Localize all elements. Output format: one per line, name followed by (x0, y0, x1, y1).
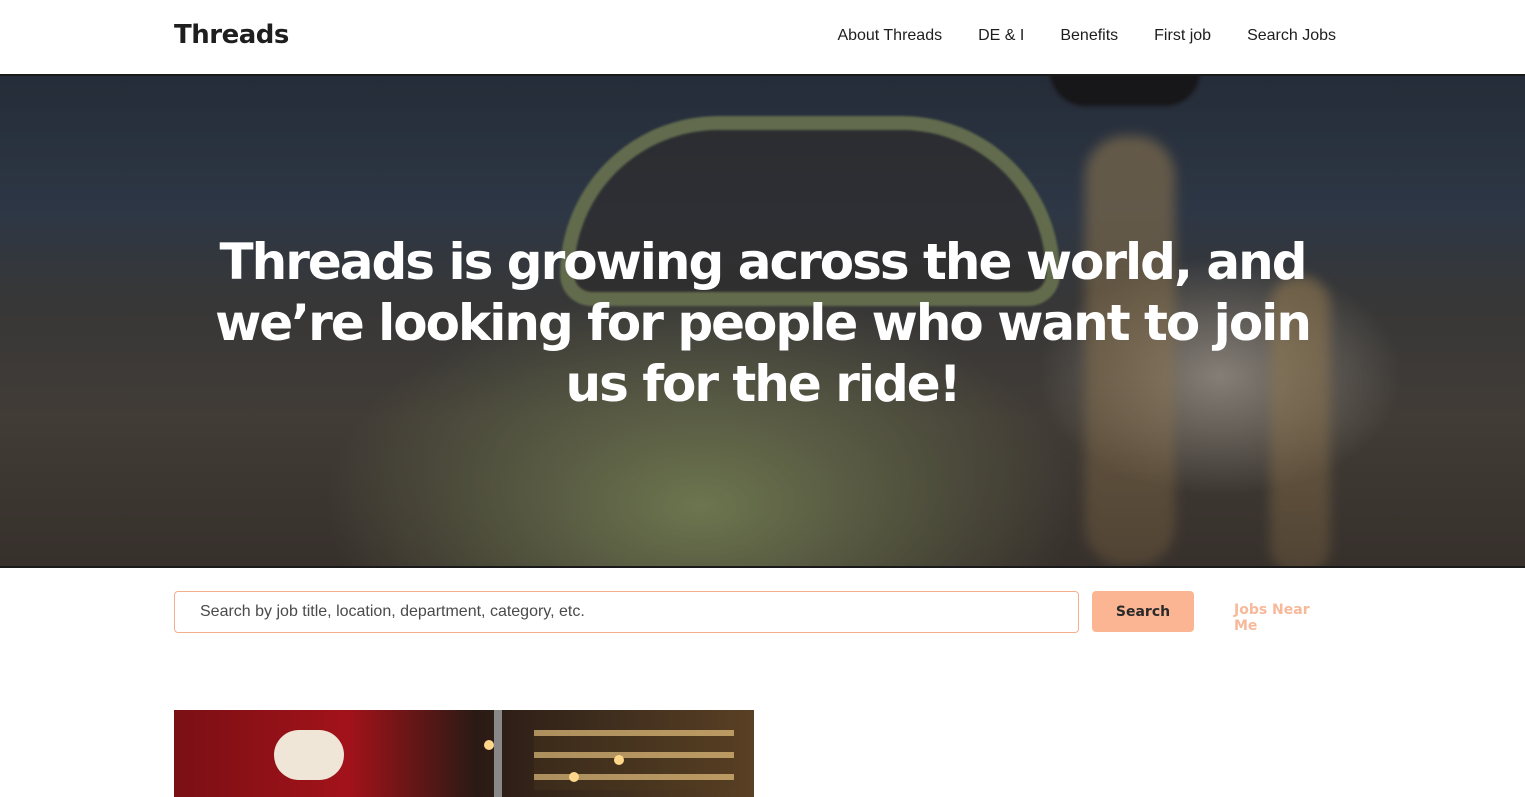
feature-photo-lights (534, 730, 734, 790)
jobs-near-me-link[interactable]: Jobs Near Me (1234, 602, 1334, 634)
hero-headline: Threads is growing across the world, and… (215, 233, 1312, 413)
nav-benefits[interactable]: Benefits (1060, 27, 1118, 45)
job-search-bar: Search Jobs Near Me (174, 590, 1334, 634)
nav-first-job[interactable]: First job (1154, 27, 1211, 45)
feature-photo-light-dot (569, 772, 579, 782)
nav-de-i[interactable]: DE & I (978, 27, 1024, 45)
job-search-input[interactable] (174, 591, 1079, 633)
hero-banner: Threads is growing across the world, and… (0, 76, 1525, 568)
feature-photo-glove (274, 730, 344, 780)
site-header: Threads About Threads DE & I Benefits Fi… (0, 0, 1525, 76)
feature-photo-light-dot (484, 740, 494, 750)
feature-photo (174, 710, 754, 797)
nav-search-jobs[interactable]: Search Jobs (1247, 27, 1336, 45)
logo[interactable]: Threads (174, 20, 289, 50)
feature-photo-pole (494, 710, 502, 797)
main-nav: About Threads DE & I Benefits First job … (837, 27, 1336, 45)
feature-photo-light-dot (614, 755, 624, 765)
nav-about-threads[interactable]: About Threads (837, 27, 942, 45)
search-button[interactable]: Search (1092, 591, 1194, 632)
